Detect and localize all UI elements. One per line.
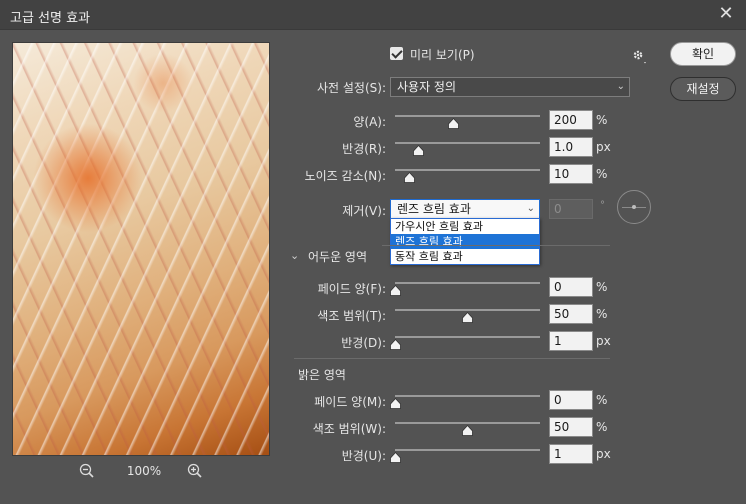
ok-button[interactable]: 확인 — [670, 42, 736, 66]
highlight-tonal-unit: % — [596, 420, 608, 434]
shadow-radius-input[interactable]: 1 — [549, 331, 593, 351]
close-icon[interactable]: ✕ — [716, 4, 736, 24]
highlight-tonal-label: 색조 범위(W): — [312, 422, 386, 436]
highlight-radius-input[interactable]: 1 — [549, 444, 593, 464]
shadow-fade-label: 페이드 양(F): — [317, 282, 386, 296]
remove-value: 렌즈 흐림 효과 — [397, 202, 471, 216]
noise-input[interactable]: 10 — [549, 164, 593, 184]
shadow-radius-slider-thumb[interactable] — [389, 339, 401, 350]
shadow-radius-slider-track[interactable] — [395, 336, 540, 338]
zoom-bar: 100% — [12, 460, 270, 482]
radius-unit: px — [596, 140, 611, 154]
highlight-fade-label: 페이드 양(M): — [314, 395, 386, 409]
shadow-fade-slider-thumb[interactable] — [389, 285, 401, 296]
title-bar: 고급 선명 효과 ✕ — [0, 0, 746, 30]
shadows-title: 어두운 영역 — [308, 250, 368, 264]
highlight-radius-unit: px — [596, 447, 611, 461]
shadow-fade-unit: % — [596, 280, 608, 294]
shadow-tonal-slider-track[interactable] — [395, 309, 540, 311]
section-divider — [294, 358, 610, 359]
highlight-radius-label: 반경(U): — [341, 449, 386, 463]
noise-unit: % — [596, 167, 608, 181]
amount-label: 양(A): — [353, 115, 386, 129]
window-title: 고급 선명 효과 — [10, 11, 91, 26]
reset-button[interactable]: 재설정 — [670, 77, 736, 101]
noise-slider-track[interactable] — [395, 169, 540, 171]
angle-dial — [617, 190, 651, 224]
highlight-fade-slider-thumb[interactable] — [389, 398, 401, 409]
chevron-down-icon: ⌄ — [526, 203, 535, 214]
zoom-out-icon[interactable] — [78, 462, 96, 480]
noise-label: 노이즈 감소(N): — [304, 169, 386, 183]
degree-unit: ° — [600, 200, 605, 211]
preview-texture — [13, 43, 269, 455]
shadow-tonal-label: 색조 범위(T): — [317, 309, 386, 323]
preset-value: 사용자 정의 — [397, 80, 457, 94]
preview-checkbox[interactable] — [390, 47, 403, 60]
shadow-fade-slider-track[interactable] — [395, 282, 540, 284]
zoom-level: 100% — [126, 464, 162, 478]
shadow-tonal-input[interactable]: 50 — [549, 304, 593, 324]
highlight-tonal-input[interactable]: 50 — [549, 417, 593, 437]
remove-label: 제거(V): — [342, 204, 386, 218]
shadow-radius-label: 반경(D): — [341, 336, 386, 350]
zoom-in-icon[interactable] — [186, 462, 204, 480]
radius-input[interactable]: 1.0 — [549, 137, 593, 157]
preset-select[interactable]: 사용자 정의 ⌄ — [390, 77, 630, 97]
highlight-radius-slider-track[interactable] — [395, 449, 540, 451]
highlight-fade-input[interactable]: 0 — [549, 390, 593, 410]
dropdown-option-motion[interactable]: 동작 흐림 효과 — [391, 249, 539, 264]
amount-slider-track[interactable] — [395, 115, 540, 117]
amount-unit: % — [596, 113, 608, 127]
radius-slider-track[interactable] — [395, 142, 540, 144]
angle-input: 0 — [549, 199, 593, 219]
amount-slider-thumb[interactable] — [447, 118, 459, 129]
remove-select[interactable]: 렌즈 흐림 효과 ⌄ — [390, 199, 540, 219]
radius-label: 반경(R): — [342, 142, 386, 156]
section-divider — [382, 245, 610, 246]
highlight-fade-slider-track[interactable] — [395, 395, 540, 397]
preview-label: 미리 보기(P) — [410, 48, 475, 62]
shadow-tonal-slider-thumb[interactable] — [462, 312, 473, 323]
highlight-radius-slider-thumb[interactable] — [389, 452, 401, 463]
remove-dropdown-list: 가우시안 흐림 효과 렌즈 흐림 효과 동작 흐림 효과 — [390, 218, 540, 265]
chevron-down-icon[interactable]: ⌄ — [290, 249, 299, 262]
radius-slider-thumb[interactable] — [412, 145, 424, 156]
gear-icon[interactable] — [630, 47, 646, 64]
noise-slider-thumb[interactable] — [404, 172, 415, 183]
highlight-tonal-slider-track[interactable] — [395, 422, 540, 424]
dropdown-option-lens[interactable]: 렌즈 흐림 효과 — [391, 234, 539, 249]
highlight-tonal-slider-thumb[interactable] — [462, 425, 473, 436]
amount-input[interactable]: 200 — [549, 110, 593, 130]
preview-color-patch — [133, 53, 193, 113]
shadow-fade-input[interactable]: 0 — [549, 277, 593, 297]
preview-color-patch — [33, 123, 143, 233]
highlight-fade-unit: % — [596, 393, 608, 407]
preset-label: 사전 설정(S): — [317, 81, 386, 95]
preview-image[interactable] — [12, 42, 270, 456]
shadow-tonal-unit: % — [596, 307, 608, 321]
shadow-radius-unit: px — [596, 334, 611, 348]
chevron-down-icon: ⌄ — [616, 81, 625, 92]
highlights-title: 밝은 영역 — [298, 368, 346, 382]
dropdown-option-gaussian[interactable]: 가우시안 흐림 효과 — [391, 219, 539, 234]
